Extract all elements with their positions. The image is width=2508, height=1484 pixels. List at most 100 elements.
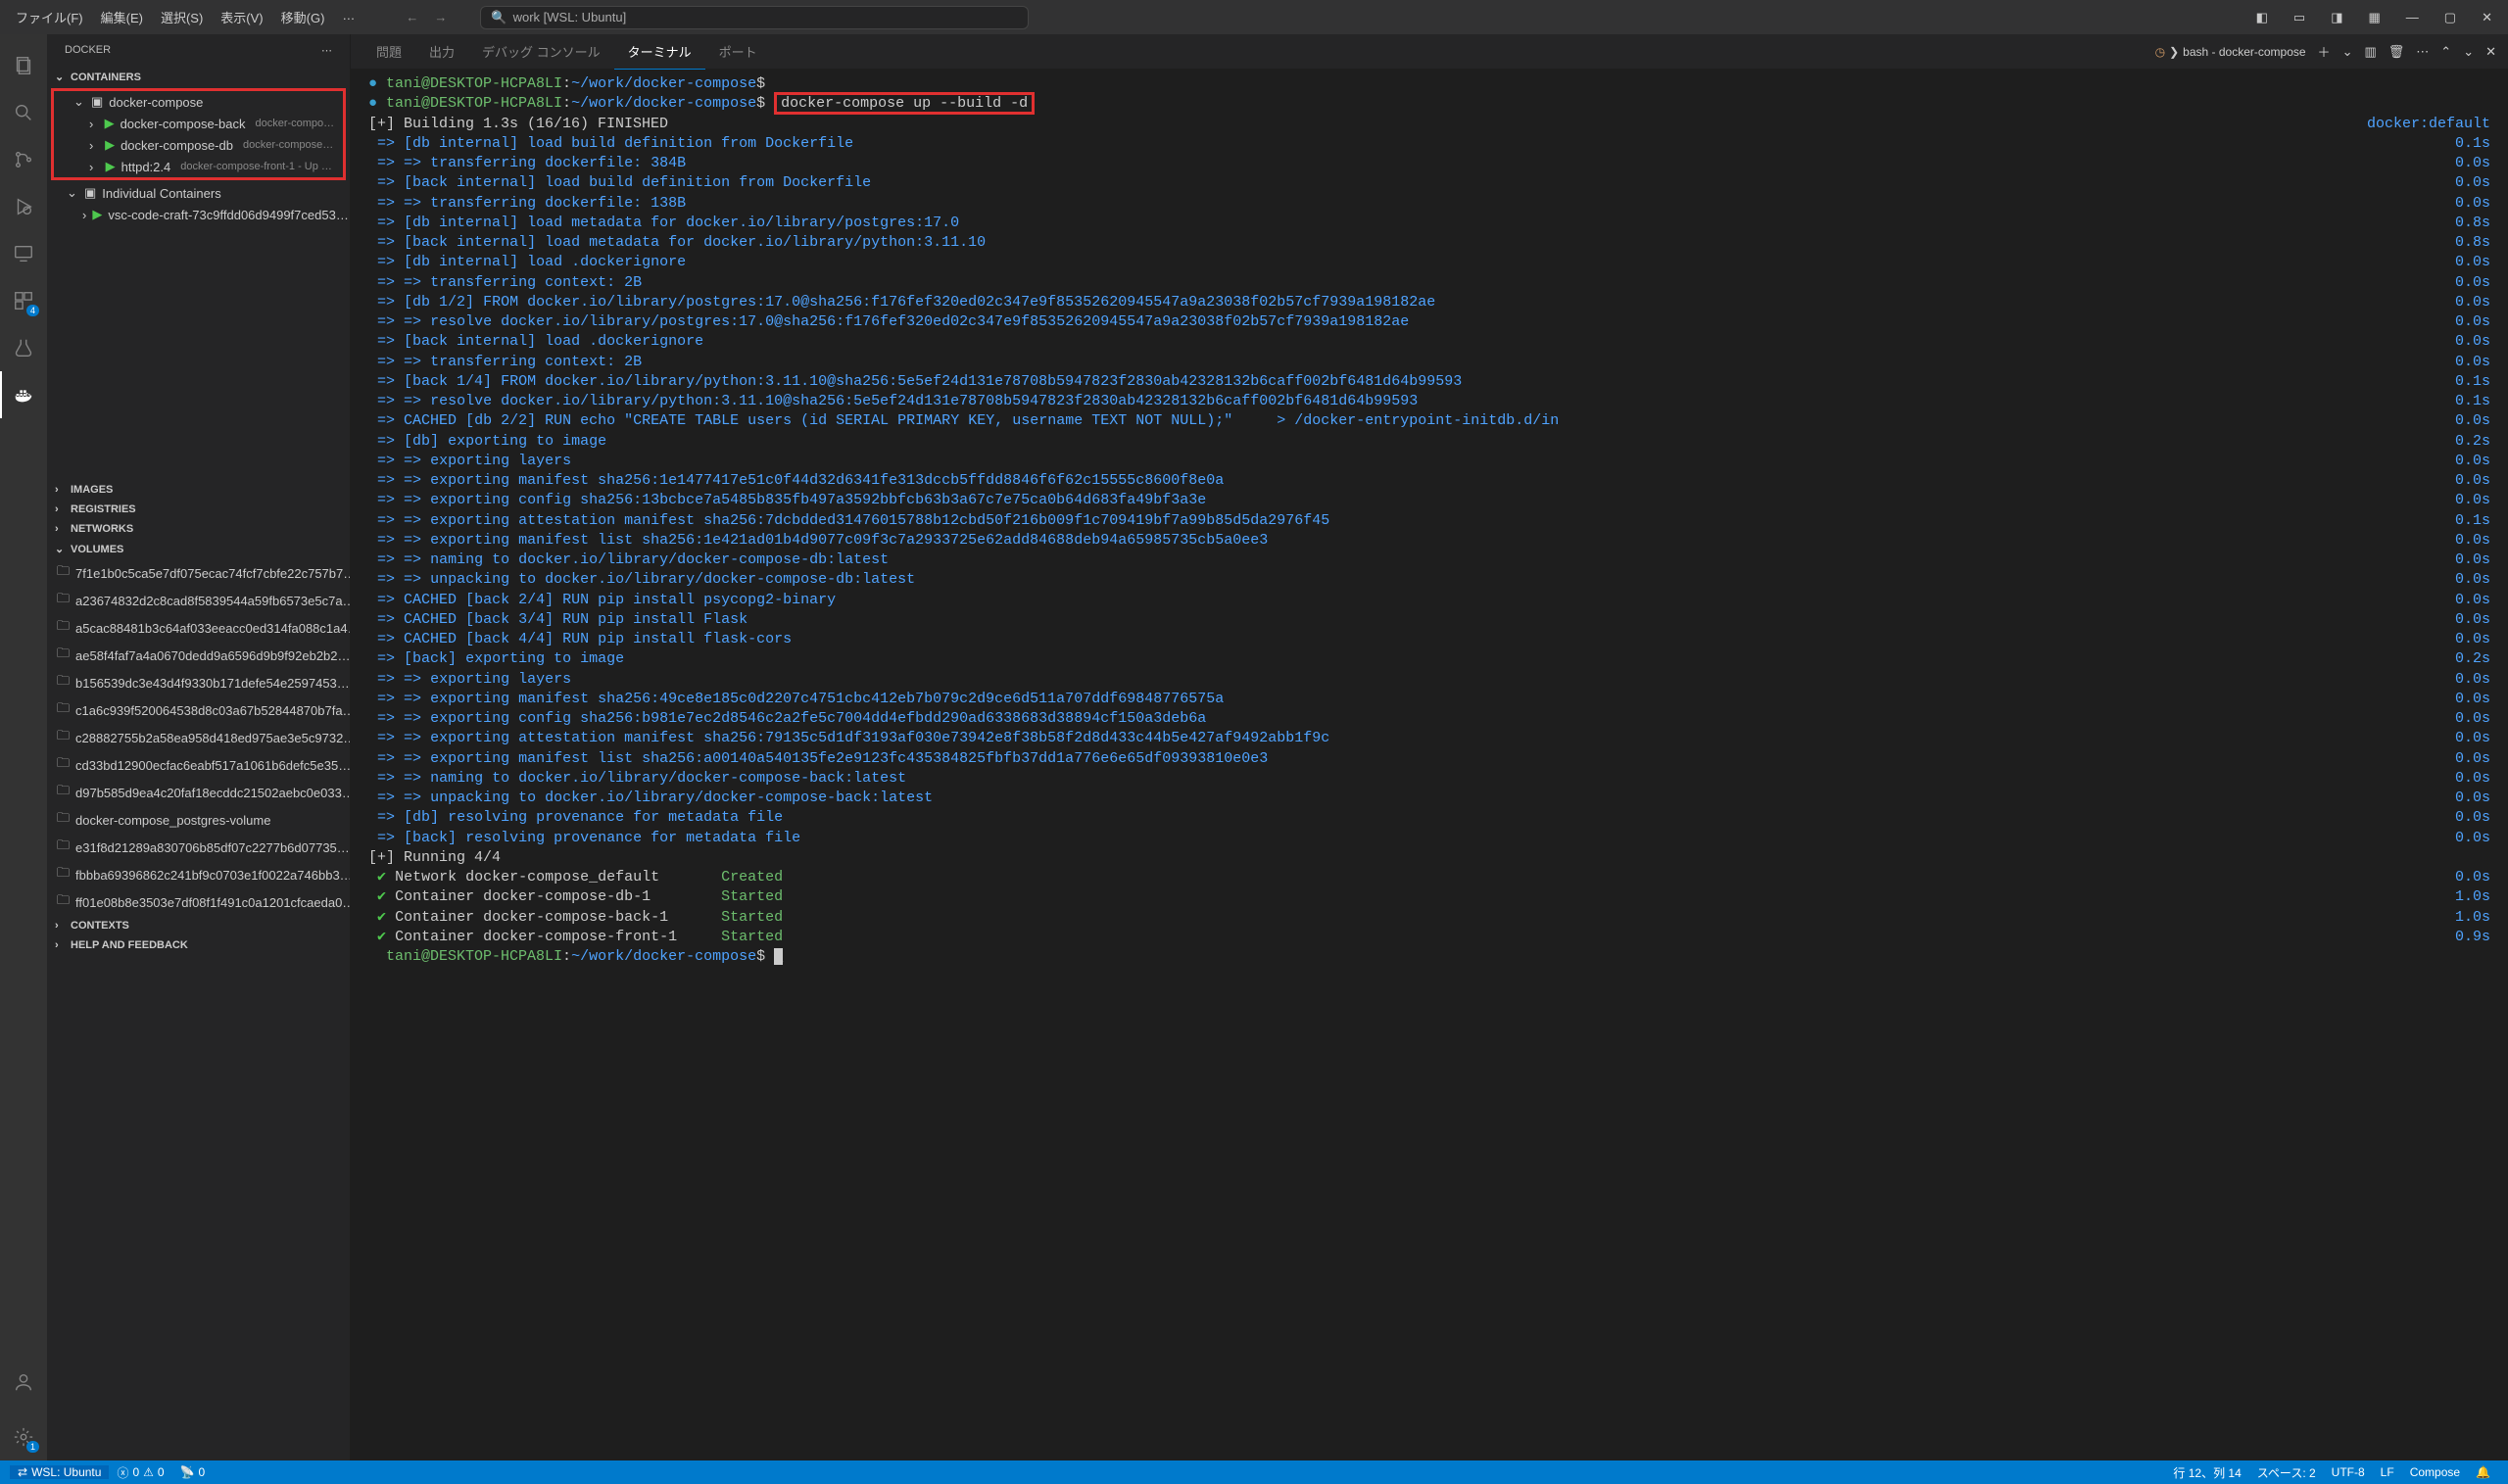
kill-terminal-icon[interactable]: 🗑 (2388, 44, 2405, 60)
volume-icon: 🗀 (57, 837, 70, 858)
menu-go[interactable]: 移動(G) (273, 4, 333, 30)
status-encoding[interactable]: UTF-8 (2324, 1464, 2373, 1481)
section-help[interactable]: ›HELP AND FEEDBACK (47, 935, 350, 955)
menu-bar: ファイル(F) 編集(E) 選択(S) 表示(V) 移動(G) … (8, 4, 362, 30)
section-images[interactable]: ›IMAGES (47, 480, 350, 500)
search-text: work [WSL: Ubuntu] (513, 10, 627, 24)
section-registries[interactable]: ›REGISTRIES (47, 500, 350, 519)
tab-debug-console[interactable]: デバッグ コンソール (468, 34, 614, 69)
volume-icon: 🗀 (57, 782, 70, 803)
activity-debug[interactable] (0, 183, 47, 230)
activity-extensions[interactable]: 4 (0, 277, 47, 324)
status-remote[interactable]: ⇄ WSL: Ubuntu (10, 1465, 109, 1479)
command-center[interactable]: 🔍 work [WSL: Ubuntu] (480, 6, 1029, 29)
remote-icon: ⇄ (18, 1465, 27, 1479)
volume-item[interactable]: 🗀cd33bd12900ecfac6eabf517a1061b6defc5e35… (47, 751, 350, 779)
nav-buttons: ← → (402, 6, 451, 28)
volume-item[interactable]: 🗀ae58f4faf7a4a0670dedd9a6596d9b9f92eb2b2… (47, 642, 350, 669)
activity-testing[interactable] (0, 324, 47, 371)
volume-item[interactable]: 🗀a23674832d2c8cad8f5839544a59fb6573e5c7a… (47, 587, 350, 614)
split-terminal-icon[interactable]: ▥ (2364, 44, 2376, 60)
menu-selection[interactable]: 選択(S) (153, 4, 211, 30)
volume-item[interactable]: 🗀c1a6c939f520064538d8c03a67b52844870b7fa… (47, 696, 350, 724)
section-networks[interactable]: ›NETWORKS (47, 519, 350, 539)
activity-scm[interactable] (0, 136, 47, 183)
status-problems[interactable]: ⓧ0 ⚠0 (109, 1464, 171, 1481)
volume-item[interactable]: 🗀fbbba69396862c241bf9c0703e1f0022a746bb3… (47, 861, 350, 888)
docker-sidebar: DOCKER ⋯ ⌄CONTAINERS ⌄ ▣ docker-compose … (47, 34, 351, 1460)
status-line-col[interactable]: 行 12、列 14 (2165, 1464, 2248, 1481)
activity-docker[interactable] (0, 371, 47, 418)
antenna-icon: 📡 (180, 1465, 195, 1479)
section-containers[interactable]: ⌄CONTAINERS (47, 67, 350, 87)
volume-item[interactable]: 🗀d97b585d9ea4c20faf18ecddc21502aebc0e033… (47, 779, 350, 806)
status-notifications-icon[interactable]: 🔔 (2468, 1464, 2498, 1481)
more-icon[interactable]: ⋯ (2416, 44, 2429, 60)
play-icon: ▶ (92, 207, 102, 222)
close-icon[interactable]: ✕ (2474, 6, 2500, 29)
compose-group[interactable]: ⌄ ▣ docker-compose (54, 91, 343, 113)
individual-containers[interactable]: ⌄▣ Individual Containers (47, 182, 350, 204)
maximize-icon[interactable]: ▢ (2436, 6, 2464, 29)
volume-item[interactable]: 🗀e31f8d21289a830706b85df07c2277b6d07735… (47, 834, 350, 861)
volume-item[interactable]: 🗀b156539dc3e43d4f9330b171defe54e2597453… (47, 669, 350, 696)
menu-more[interactable]: … (334, 4, 362, 30)
titlebar: ファイル(F) 編集(E) 選択(S) 表示(V) 移動(G) … ← → 🔍 … (0, 0, 2508, 34)
container-back[interactable]: ›▶ docker-compose-back docker-compose-b… (54, 113, 343, 134)
panel-tabs: 問題 出力 デバッグ コンソール ターミナル ポート ◷ ❯ bash - do… (351, 34, 2508, 69)
search-icon: 🔍 (491, 10, 506, 25)
minimize-icon[interactable]: — (2398, 6, 2427, 29)
tab-problems[interactable]: 問題 (362, 34, 415, 69)
section-contexts[interactable]: ›CONTEXTS (47, 916, 350, 935)
volume-item[interactable]: 🗀ff01e08b8e3503e7df08f1f491c0a1201cfcaed… (47, 888, 350, 916)
section-volumes[interactable]: ⌄VOLUMES (47, 539, 350, 559)
error-icon: ⓧ (117, 1464, 128, 1481)
tab-ports[interactable]: ポート (705, 34, 771, 69)
shell-icon: ❯ (2169, 45, 2179, 59)
container-vsc[interactable]: ›▶ vsc-code-craft-73c9ffdd06d9499f7ced53… (47, 204, 350, 225)
play-icon: ▶ (106, 159, 116, 174)
nav-forward-icon[interactable]: → (430, 6, 451, 28)
tab-output[interactable]: 出力 (415, 34, 468, 69)
status-lang[interactable]: Compose (2402, 1464, 2468, 1481)
terminal-dropdown-icon[interactable]: ⌄ (2342, 44, 2353, 60)
container-front[interactable]: ›▶ httpd:2.4 docker-compose-front-1 - Up… (54, 156, 343, 177)
volume-icon: 🗀 (57, 891, 70, 913)
volume-item[interactable]: 🗀docker-compose_postgres-volume (47, 806, 350, 834)
menu-file[interactable]: ファイル(F) (8, 4, 91, 30)
volume-icon: 🗀 (57, 562, 70, 584)
status-eol[interactable]: LF (2373, 1464, 2402, 1481)
volume-icon: 🗀 (57, 672, 70, 694)
chevron-down-icon[interactable]: ⌄ (2463, 44, 2474, 60)
status-ports[interactable]: 📡0 (172, 1465, 214, 1479)
more-icon[interactable]: ⋯ (321, 44, 332, 57)
volume-item[interactable]: 🗀a5cac88481b3c64af033eeacc0ed314fa088c1a… (47, 614, 350, 642)
container-db[interactable]: ›▶ docker-compose-db docker-compose-db-… (54, 134, 343, 156)
volume-icon: 🗀 (57, 699, 70, 721)
volume-icon: 🗀 (57, 645, 70, 666)
layout-panel-icon[interactable]: ▭ (2286, 6, 2313, 29)
layout-customize-icon[interactable]: ▦ (2361, 6, 2388, 29)
terminal-task[interactable]: ◷ ❯ bash - docker-compose (2155, 45, 2306, 59)
terminal-content[interactable]: ● tani@DESKTOP-HCPA8LI:~/work/docker-com… (351, 69, 2508, 1460)
tab-terminal[interactable]: ターミナル (614, 34, 705, 70)
volume-icon: 🗀 (57, 617, 70, 639)
chevron-up-icon[interactable]: ⌃ (2440, 44, 2451, 60)
close-panel-icon[interactable]: ✕ (2485, 44, 2496, 60)
nav-back-icon[interactable]: ← (402, 6, 422, 28)
volume-item[interactable]: 🗀7f1e1b0c5ca5e7df075ecac74fcf7cbfe22c757… (47, 559, 350, 587)
activity-settings[interactable]: 1 (0, 1413, 47, 1460)
menu-edit[interactable]: 編集(E) (93, 4, 151, 30)
activity-remote-explorer[interactable] (0, 230, 47, 277)
status-spaces[interactable]: スペース: 2 (2249, 1464, 2324, 1481)
play-icon: ▶ (105, 137, 115, 153)
new-terminal-icon[interactable]: ＋ (2318, 42, 2331, 61)
activity-search[interactable] (0, 89, 47, 136)
volume-item[interactable]: 🗀c28882755b2a58ea958d418ed975ae3e5c9732… (47, 724, 350, 751)
layout-primary-sidebar-icon[interactable]: ◧ (2248, 6, 2276, 29)
editor-area: 問題 出力 デバッグ コンソール ターミナル ポート ◷ ❯ bash - do… (351, 34, 2508, 1460)
menu-view[interactable]: 表示(V) (213, 4, 270, 30)
activity-account[interactable] (0, 1359, 47, 1406)
layout-secondary-sidebar-icon[interactable]: ◨ (2323, 6, 2350, 29)
activity-explorer[interactable] (0, 42, 47, 89)
